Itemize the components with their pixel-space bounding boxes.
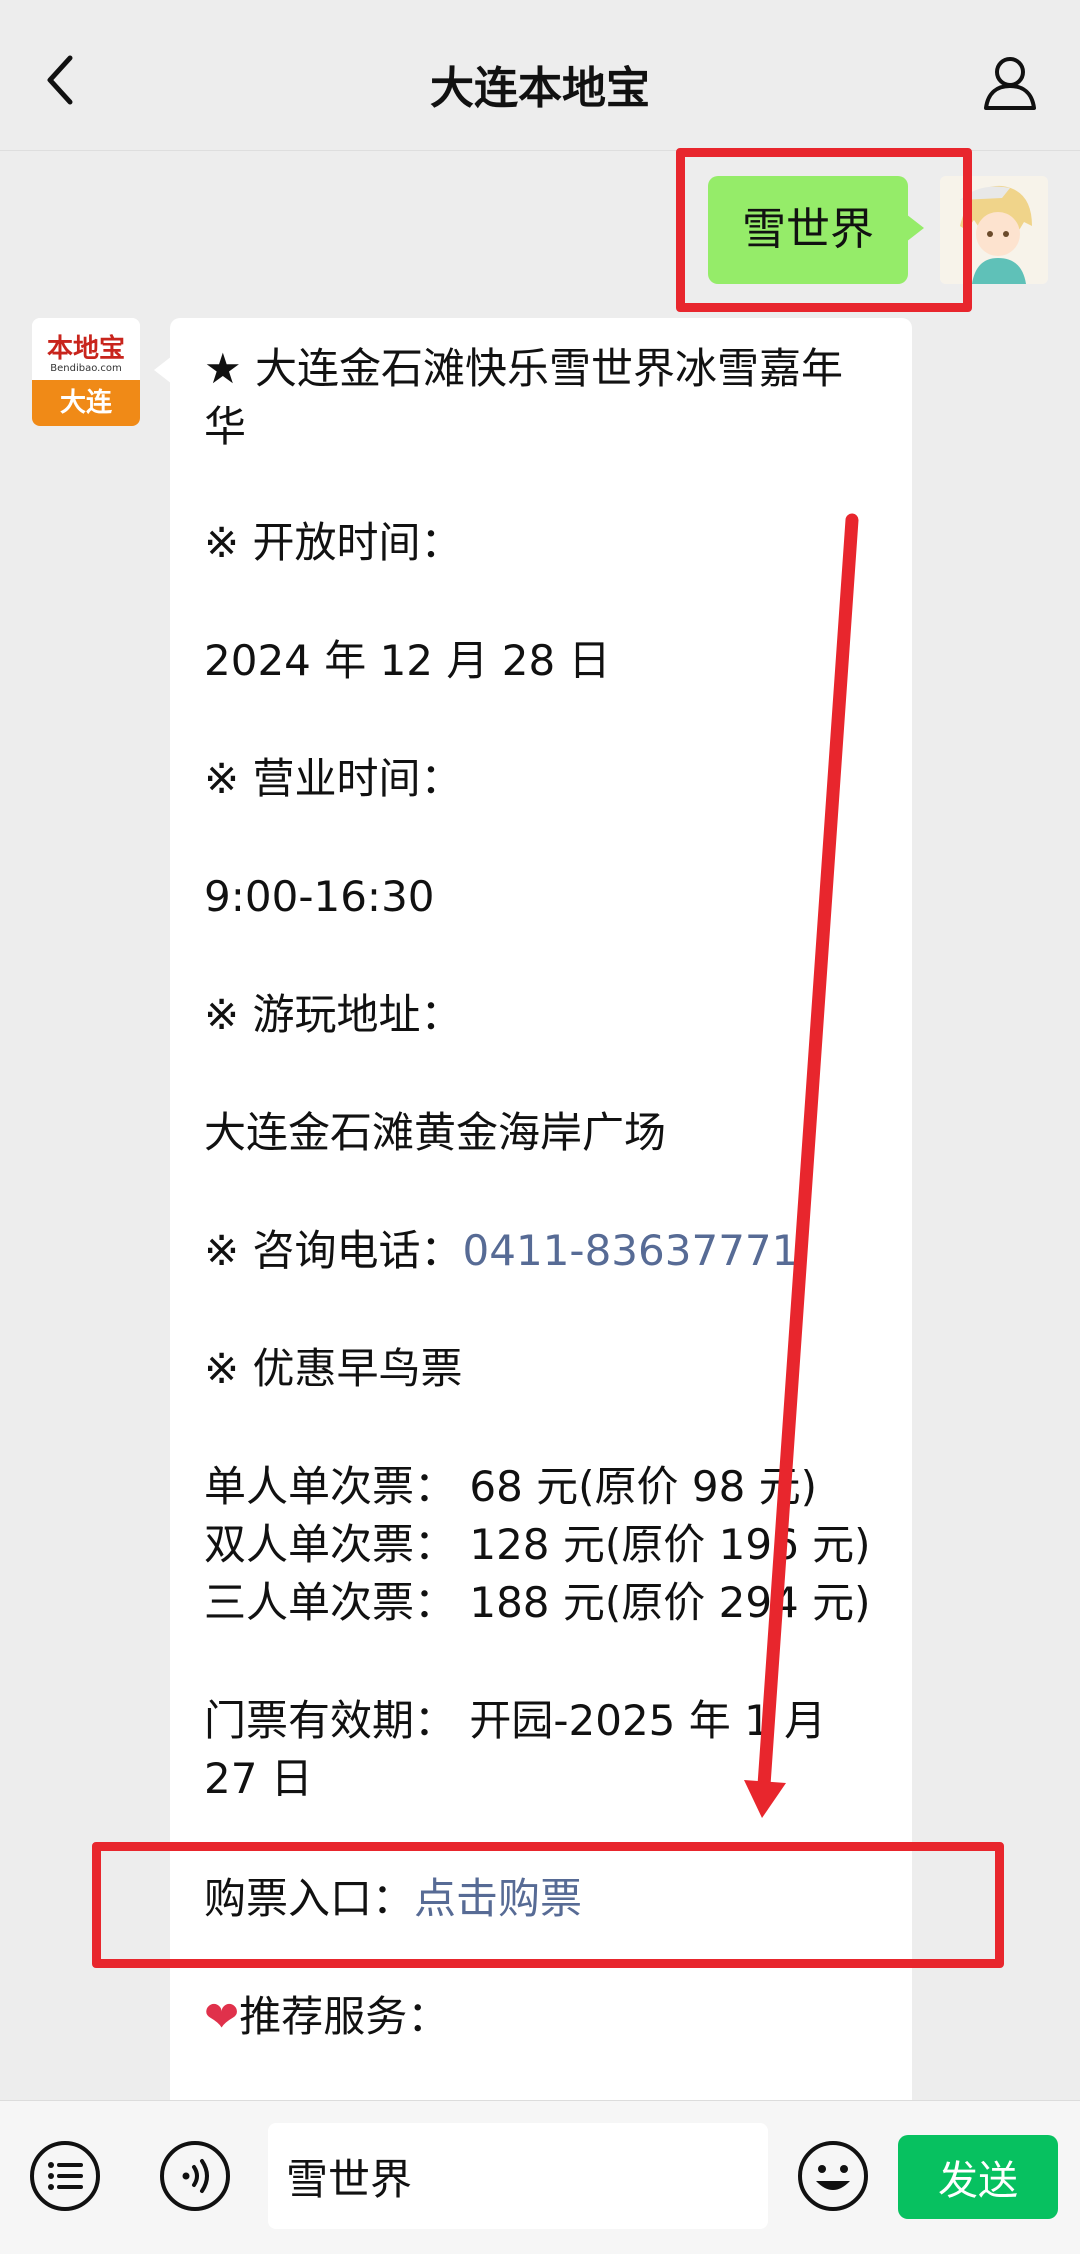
chat-header: 大连本地宝 <box>0 0 1080 151</box>
bendibao-avatar[interactable]: 本地宝 Bendibao.com 大连 <box>32 318 140 426</box>
early-bird-label: ※ 优惠早鸟票 <box>204 1344 463 1393</box>
avatar-logo-text: 本地宝 <box>46 334 125 364</box>
ticket-double: 双人单次票： 128 元(原价 196 元) <box>204 1520 871 1569</box>
phone-label: ※ 咨询电话： <box>204 1226 463 1275</box>
annotation-box-user-message <box>676 148 972 312</box>
avatar-city: 大连 <box>32 380 140 426</box>
send-button[interactable]: 发送 <box>898 2135 1058 2219</box>
heart-icon: ❤ <box>204 1992 240 2041</box>
business-hours: 9:00-16:30 <box>204 872 435 921</box>
page-title: 大连本地宝 <box>430 63 650 114</box>
recommend-line: ❤推荐服务： <box>204 1988 884 2046</box>
voice-input-icon[interactable] <box>158 2139 232 2213</box>
input-bar: 发送 <box>0 2100 1080 2254</box>
recommend-label: 推荐服务： <box>239 1992 450 2041</box>
profile-icon[interactable] <box>980 52 1040 112</box>
ticket-single: 单人单次票： 68 元(原价 98 元) <box>204 1462 818 1511</box>
annotation-box-buy-entry <box>92 1842 1004 1968</box>
message-input[interactable] <box>268 2123 768 2229</box>
event-title: ★ 大连金石滩快乐雪世界冰雪嘉年华 <box>204 344 844 451</box>
open-time-label: ※ 开放时间： <box>204 518 463 567</box>
emoji-icon[interactable] <box>796 2139 870 2213</box>
ticket-triple: 三人单次票： 188 元(原价 294 元) <box>204 1578 871 1627</box>
open-date: 2024 年 12 月 28 日 <box>204 636 611 685</box>
ticket-validity: 门票有效期： 开园-2025 年 1 月 27 日 <box>204 1696 827 1803</box>
menu-list-icon[interactable] <box>28 2139 102 2213</box>
phone-link[interactable]: 0411-83637771 <box>463 1226 799 1275</box>
phone-line: ※ 咨询电话：0411-83637771 <box>204 1222 884 1280</box>
business-hours-label: ※ 营业时间： <box>204 754 463 803</box>
address: 大连金石滩黄金海岸广场 <box>204 1108 667 1157</box>
address-label: ※ 游玩地址： <box>204 990 463 1039</box>
